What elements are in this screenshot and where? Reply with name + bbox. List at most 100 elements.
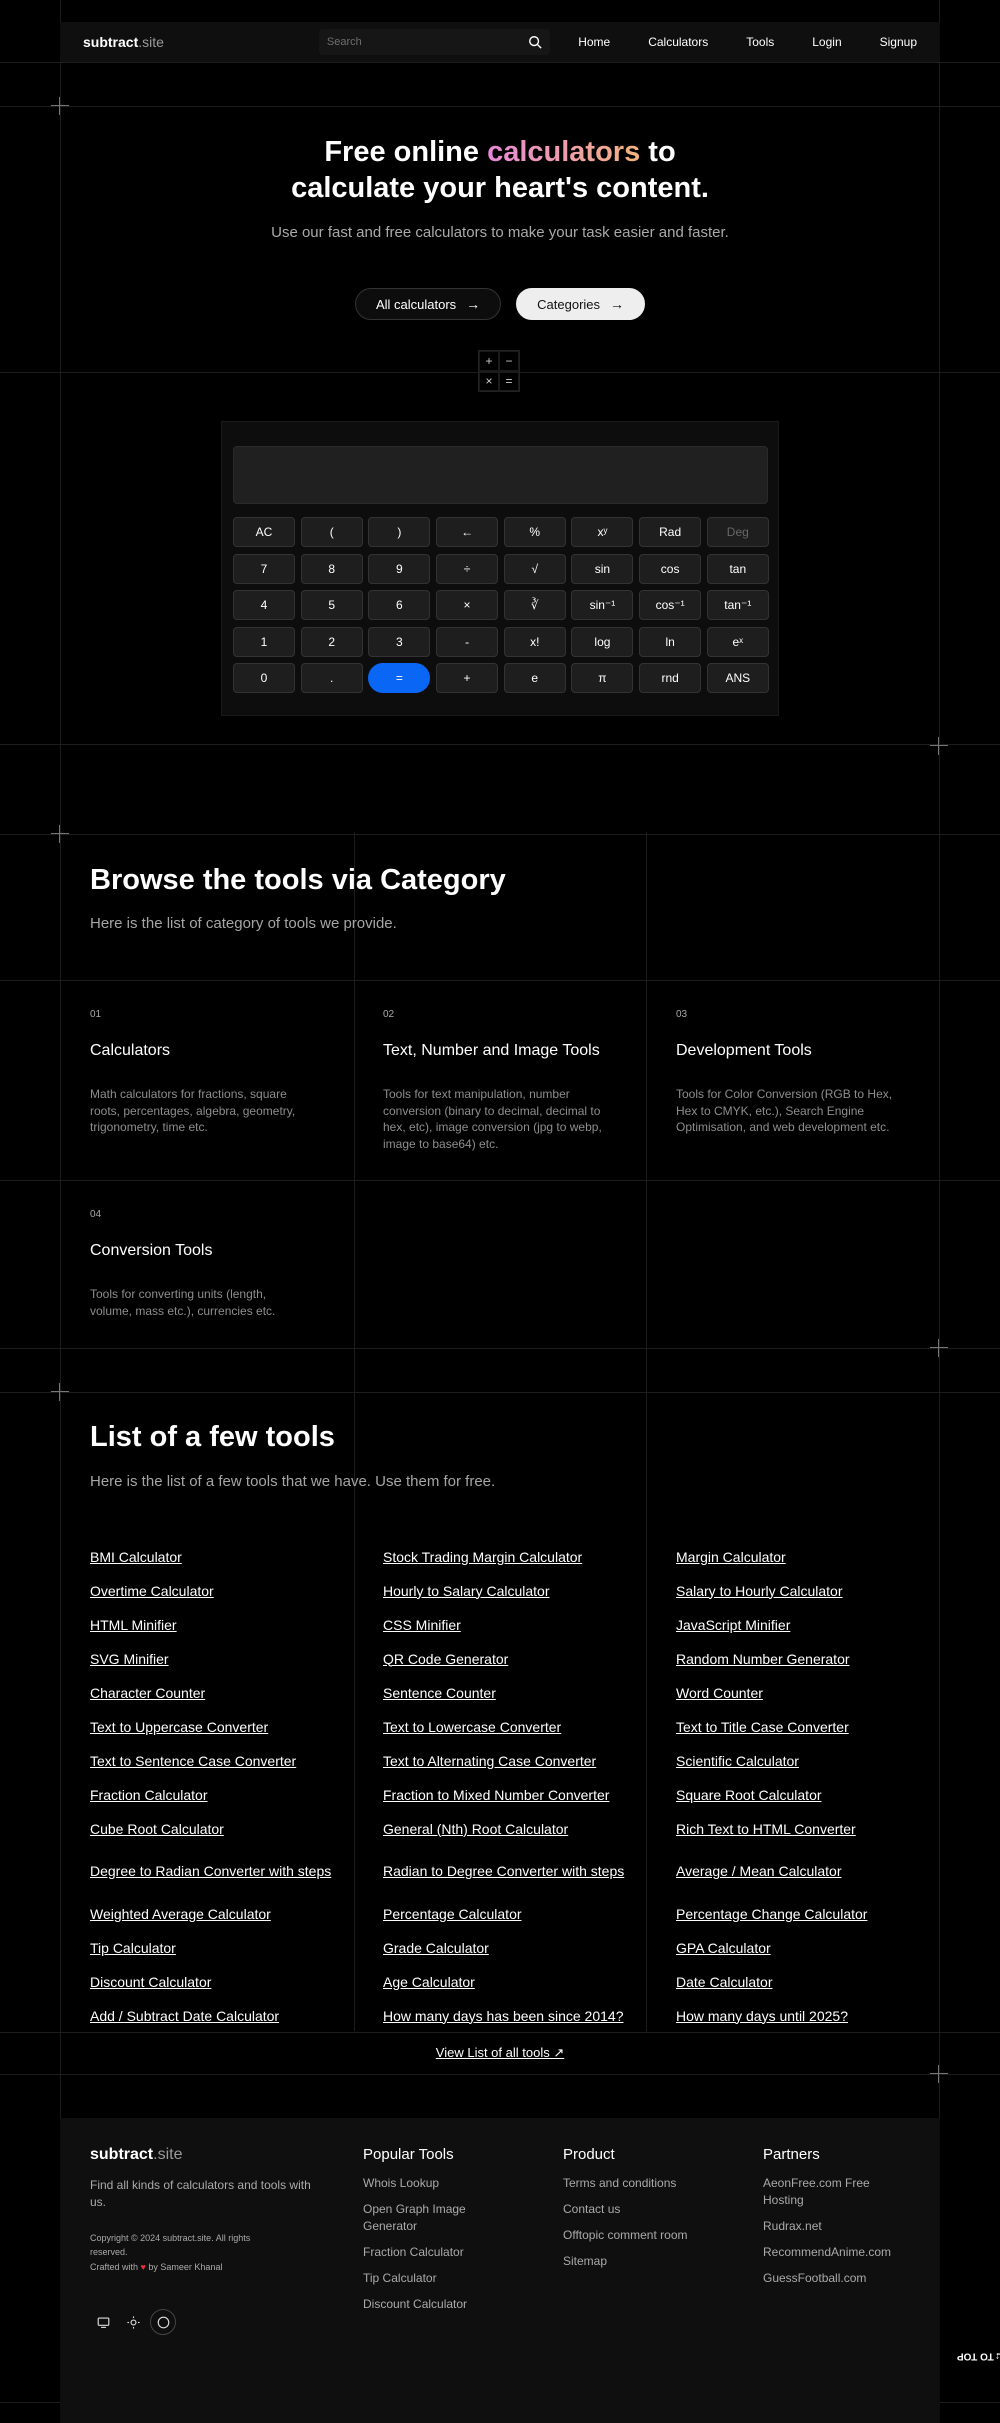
calc-key[interactable]: ÷ — [436, 553, 499, 584]
tool-link[interactable]: Discount Calculator — [90, 1965, 383, 1999]
footer-link[interactable]: Whois Lookup — [363, 2175, 513, 2192]
nav-tools[interactable]: Tools — [746, 35, 774, 49]
tool-link[interactable]: Degree to Radian Converter with steps — [90, 1846, 383, 1897]
calc-key[interactable]: ANS — [706, 663, 769, 693]
nav-signup[interactable]: Signup — [880, 35, 917, 49]
calc-key[interactable]: ← — [436, 517, 499, 547]
nav-home[interactable]: Home — [578, 35, 610, 49]
tool-link[interactable]: Stock Trading Margin Calculator — [383, 1540, 676, 1574]
tool-link[interactable]: Tip Calculator — [90, 1931, 383, 1965]
tool-link[interactable]: Word Counter — [676, 1676, 950, 1710]
calc-key[interactable]: . — [300, 663, 363, 693]
tool-link[interactable]: General (Nth) Root Calculator — [383, 1812, 676, 1846]
monitor-icon[interactable] — [90, 2309, 116, 2335]
calc-key[interactable]: cos — [639, 553, 702, 584]
tool-link[interactable]: Salary to Hourly Calculator — [676, 1574, 950, 1608]
tool-link[interactable]: Character Counter — [90, 1676, 383, 1710]
calc-key[interactable]: 7 — [233, 553, 295, 584]
tool-link[interactable]: Text to Uppercase Converter — [90, 1710, 383, 1744]
footer-link[interactable]: Offtopic comment room — [563, 2227, 713, 2244]
tool-link[interactable]: How many days until 2025? — [676, 1999, 950, 2033]
calc-key[interactable]: + — [436, 663, 499, 693]
tool-link[interactable]: Radian to Degree Converter with steps — [383, 1846, 676, 1897]
calc-key[interactable]: 2 — [300, 626, 363, 657]
category-card-conversion-tools[interactable]: 04 Conversion Tools Tools for converting… — [90, 1209, 310, 1319]
footer-link[interactable]: Open Graph Image Generator — [363, 2201, 513, 2235]
tool-link[interactable]: Date Calculator — [676, 1965, 950, 1999]
nav-calculators[interactable]: Calculators — [648, 35, 708, 49]
calc-key[interactable]: AC — [233, 517, 295, 547]
footer-link[interactable]: AeonFree.com Free Hosting — [763, 2175, 913, 2209]
tool-link[interactable]: Text to Title Case Converter — [676, 1710, 950, 1744]
tool-link[interactable]: Text to Sentence Case Converter — [90, 1744, 383, 1778]
tool-link[interactable]: Sentence Counter — [383, 1676, 676, 1710]
tool-link[interactable]: Random Number Generator — [676, 1642, 950, 1676]
calc-key[interactable]: Rad — [639, 517, 702, 547]
tool-link[interactable]: Rich Text to HTML Converter — [676, 1812, 950, 1846]
calc-key[interactable]: ∛ — [503, 590, 566, 620]
calc-key[interactable]: - — [436, 626, 499, 657]
tool-link[interactable]: JavaScript Minifier — [676, 1608, 950, 1642]
footer-link[interactable]: GuessFootball.com — [763, 2270, 913, 2287]
category-card-calculators[interactable]: 01 Calculators Math calculators for frac… — [90, 1009, 320, 1136]
tool-link[interactable]: Scientific Calculator — [676, 1744, 950, 1778]
footer-link[interactable]: Discount Calculator — [363, 2296, 513, 2313]
tool-link[interactable]: CSS Minifier — [383, 1608, 676, 1642]
calc-key[interactable]: sin — [571, 553, 634, 584]
calc-key[interactable]: cos⁻¹ — [639, 590, 702, 620]
calc-key[interactable]: Deg — [706, 517, 769, 547]
tool-link[interactable]: Add / Subtract Date Calculator — [90, 1999, 383, 2033]
category-card-text-tools[interactable]: 02 Text, Number and Image Tools Tools fo… — [383, 1009, 613, 1152]
tool-link[interactable]: Text to Alternating Case Converter — [383, 1744, 676, 1778]
tool-link[interactable]: Margin Calculator — [676, 1540, 950, 1574]
calc-key[interactable]: 6 — [368, 590, 431, 620]
calc-key[interactable]: √ — [503, 553, 566, 584]
tool-link[interactable]: Text to Lowercase Converter — [383, 1710, 676, 1744]
calc-key[interactable]: eˣ — [706, 626, 769, 657]
tool-link[interactable]: Fraction to Mixed Number Converter — [383, 1778, 676, 1812]
search-input[interactable] — [326, 36, 529, 48]
category-card-development-tools[interactable]: 03 Development Tools Tools for Color Con… — [676, 1009, 906, 1136]
calc-key[interactable]: 4 — [233, 590, 295, 620]
calc-key[interactable]: x! — [503, 626, 566, 657]
nav-login[interactable]: Login — [812, 35, 841, 49]
calc-key[interactable]: xʸ — [571, 517, 634, 547]
tool-link[interactable]: Weighted Average Calculator — [90, 1897, 383, 1931]
tool-link[interactable]: Hourly to Salary Calculator — [383, 1574, 676, 1608]
calc-key[interactable]: tan⁻¹ — [706, 590, 769, 620]
calc-key[interactable]: log — [571, 626, 634, 657]
footer-link[interactable]: Rudrax.net — [763, 2218, 913, 2235]
view-all-tools-link[interactable]: View List of all tools ↗ — [0, 2045, 1000, 2061]
moon-icon[interactable] — [150, 2309, 176, 2335]
brand-logo[interactable]: subtract.site — [83, 34, 164, 50]
tool-link[interactable]: Cube Root Calculator — [90, 1812, 383, 1846]
footer-link[interactable]: Contact us — [563, 2201, 713, 2218]
tool-link[interactable]: Overtime Calculator — [90, 1574, 383, 1608]
calc-key[interactable]: e — [503, 663, 566, 693]
tool-link[interactable]: Average / Mean Calculator — [676, 1846, 950, 1897]
tool-link[interactable]: Fraction Calculator — [90, 1778, 383, 1812]
footer-link[interactable]: Fraction Calculator — [363, 2244, 513, 2261]
calc-key[interactable]: 0 — [233, 663, 295, 693]
tool-link[interactable]: Square Root Calculator — [676, 1778, 950, 1812]
calc-key[interactable]: 9 — [368, 553, 431, 584]
calc-key[interactable]: π — [571, 663, 634, 693]
sun-icon[interactable] — [120, 2309, 146, 2335]
tool-link[interactable]: How many days has been since 2014? — [383, 1999, 676, 2033]
tool-link[interactable]: Percentage Change Calculator — [676, 1897, 950, 1931]
calc-key[interactable]: 5 — [300, 590, 363, 620]
calc-key[interactable]: ( — [300, 517, 363, 547]
categories-button[interactable]: Categories → — [516, 288, 646, 320]
all-calculators-button[interactable]: All calculators → — [354, 288, 502, 320]
calc-key[interactable]: tan — [706, 553, 769, 584]
search-icon[interactable] — [528, 35, 542, 49]
calc-key[interactable]: ln — [639, 626, 702, 657]
scroll-to-top-button[interactable]: ↑ SCROLL TO TOP — [952, 2296, 1000, 2376]
tool-link[interactable]: HTML Minifier — [90, 1608, 383, 1642]
footer-link[interactable]: RecommendAnime.com — [763, 2244, 913, 2261]
calc-key[interactable]: sin⁻¹ — [571, 590, 634, 620]
tool-link[interactable]: GPA Calculator — [676, 1931, 950, 1965]
footer-link[interactable]: Terms and conditions — [563, 2175, 713, 2192]
calc-key[interactable]: rnd — [639, 663, 702, 693]
calc-key[interactable]: 1 — [233, 626, 295, 657]
